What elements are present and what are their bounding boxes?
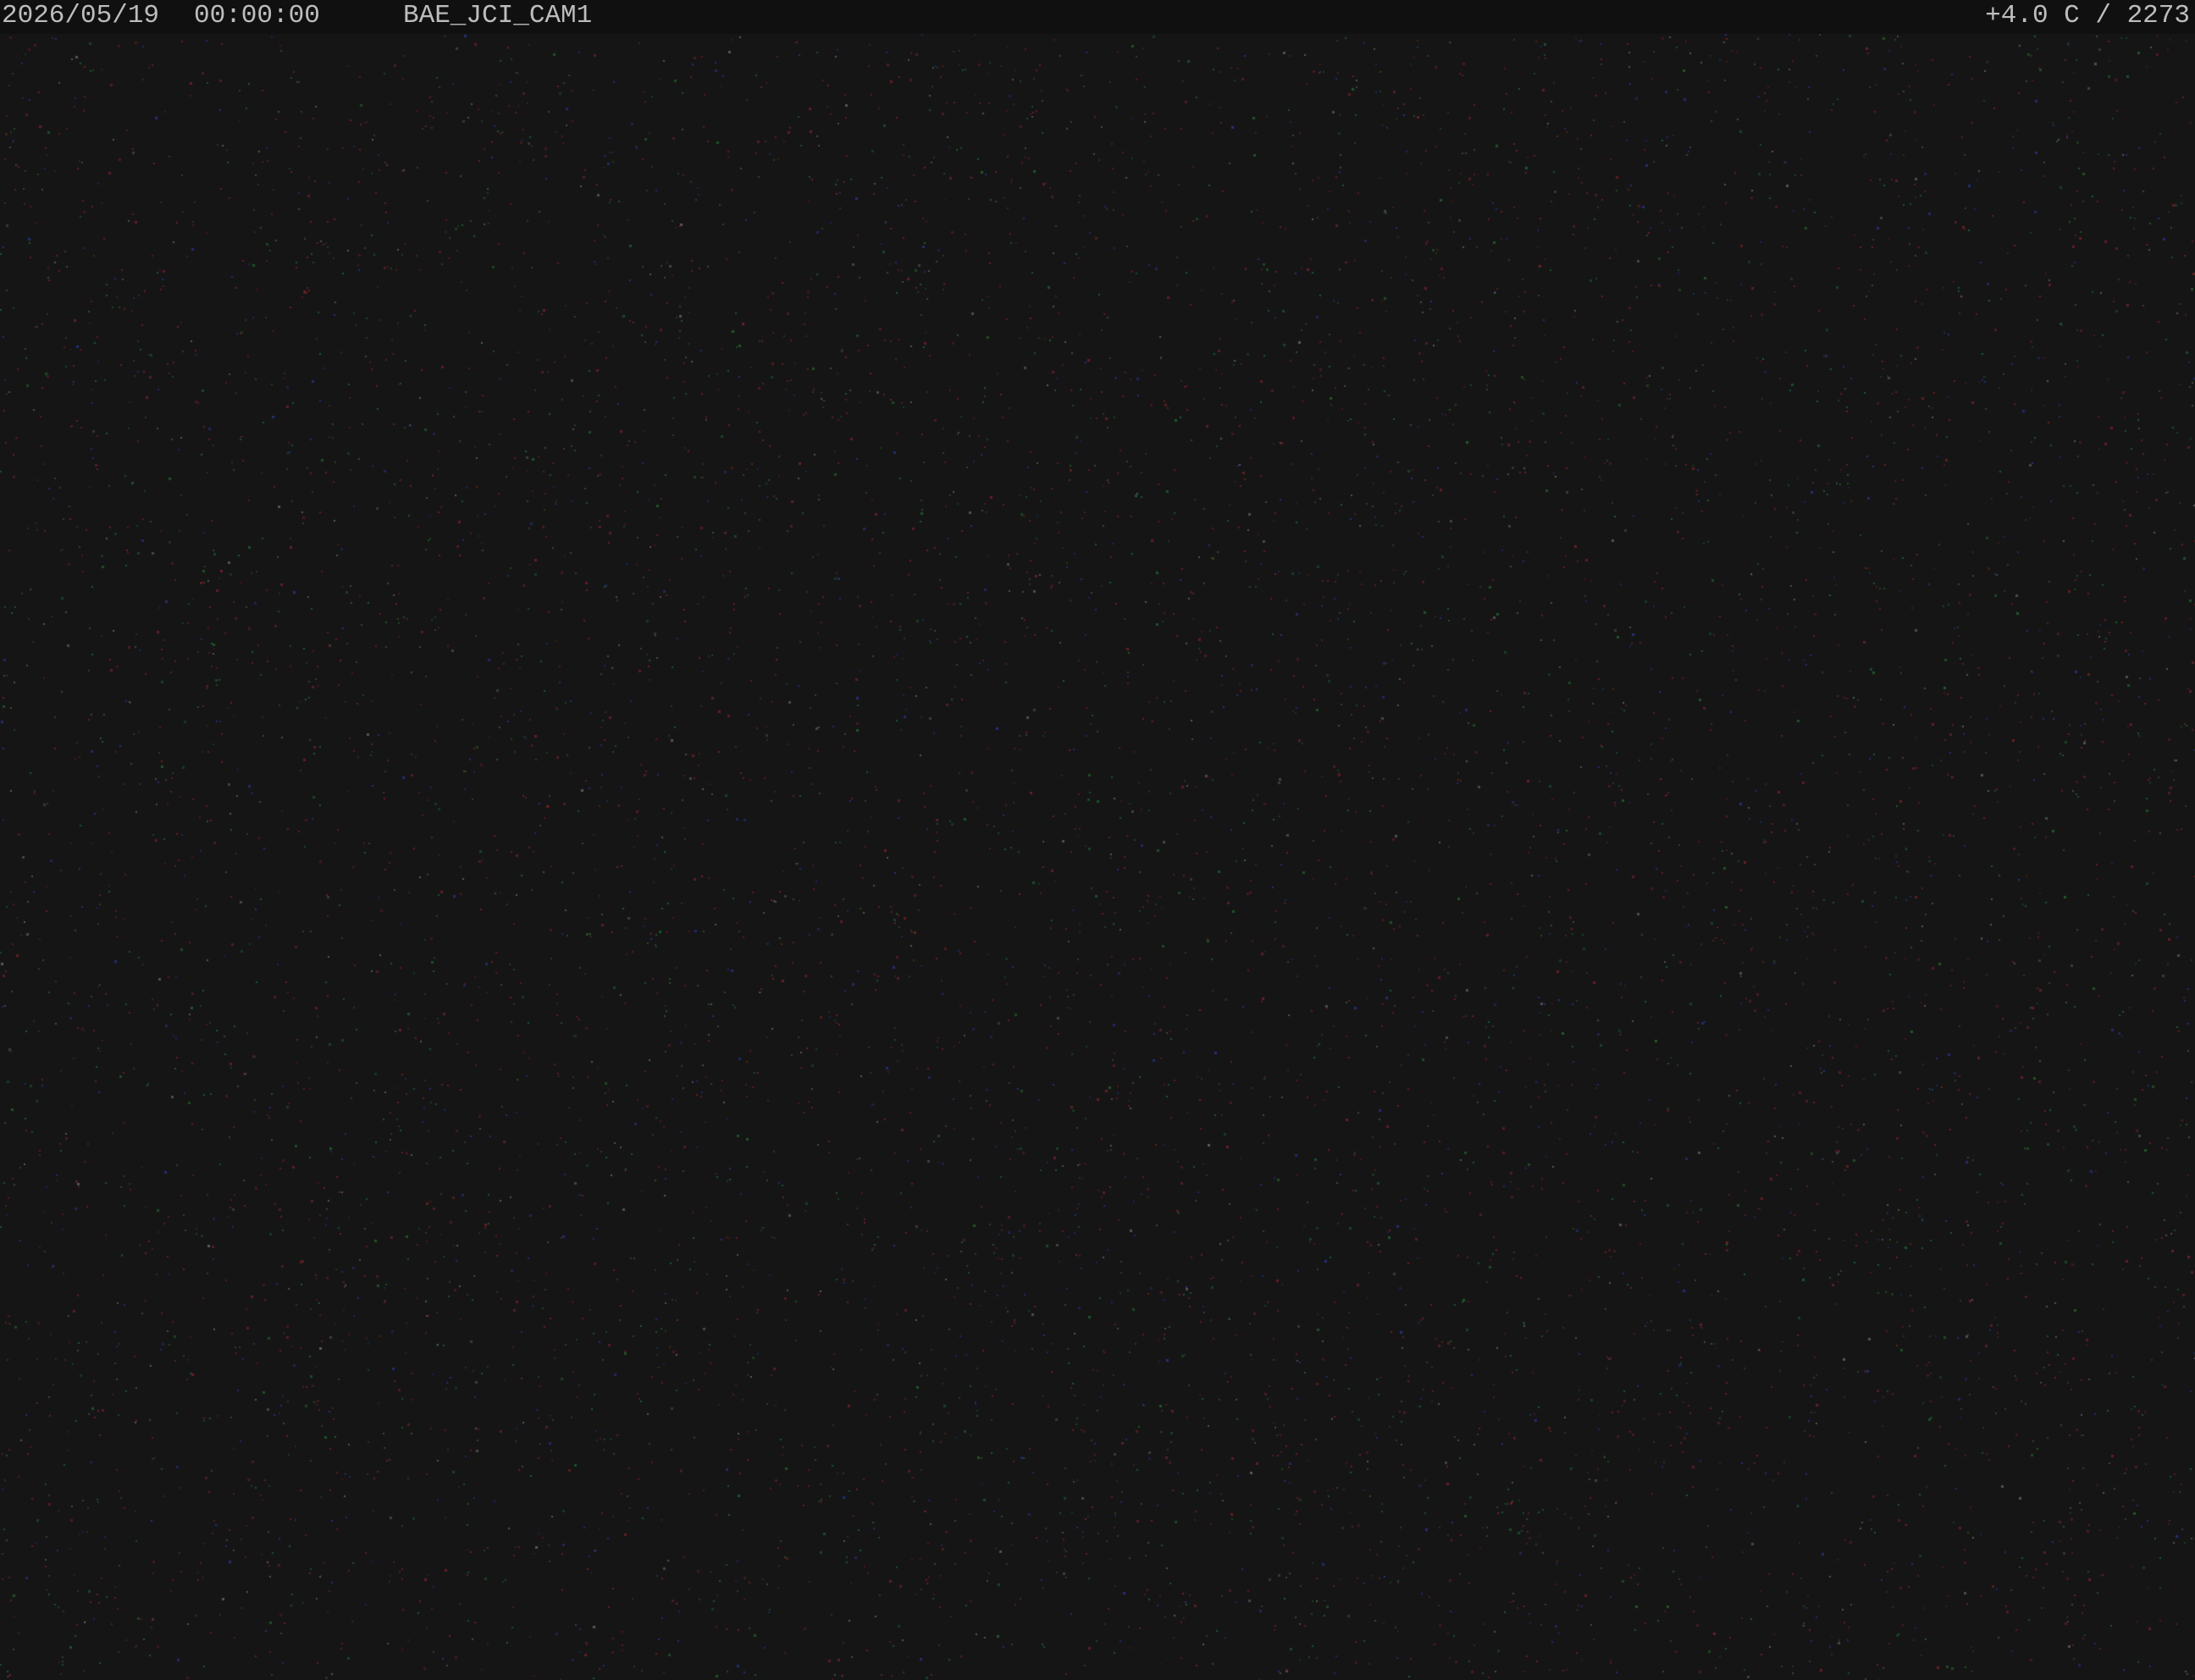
sensor-noise-image bbox=[0, 34, 2195, 1680]
camera-frame: 2026/05/19 00:00:00 BAE_JCI_CAM1 +4.0 C … bbox=[0, 0, 2195, 1680]
overlay-status: +4.0 C / 2273 bbox=[1985, 1, 2190, 30]
overlay-time: 00:00:00 bbox=[194, 1, 320, 30]
overlay-date: 2026/05/19 bbox=[2, 1, 160, 30]
camera-overlay-bar: 2026/05/19 00:00:00 BAE_JCI_CAM1 +4.0 C … bbox=[0, 0, 2195, 34]
overlay-camera-name: BAE_JCI_CAM1 bbox=[403, 1, 593, 30]
